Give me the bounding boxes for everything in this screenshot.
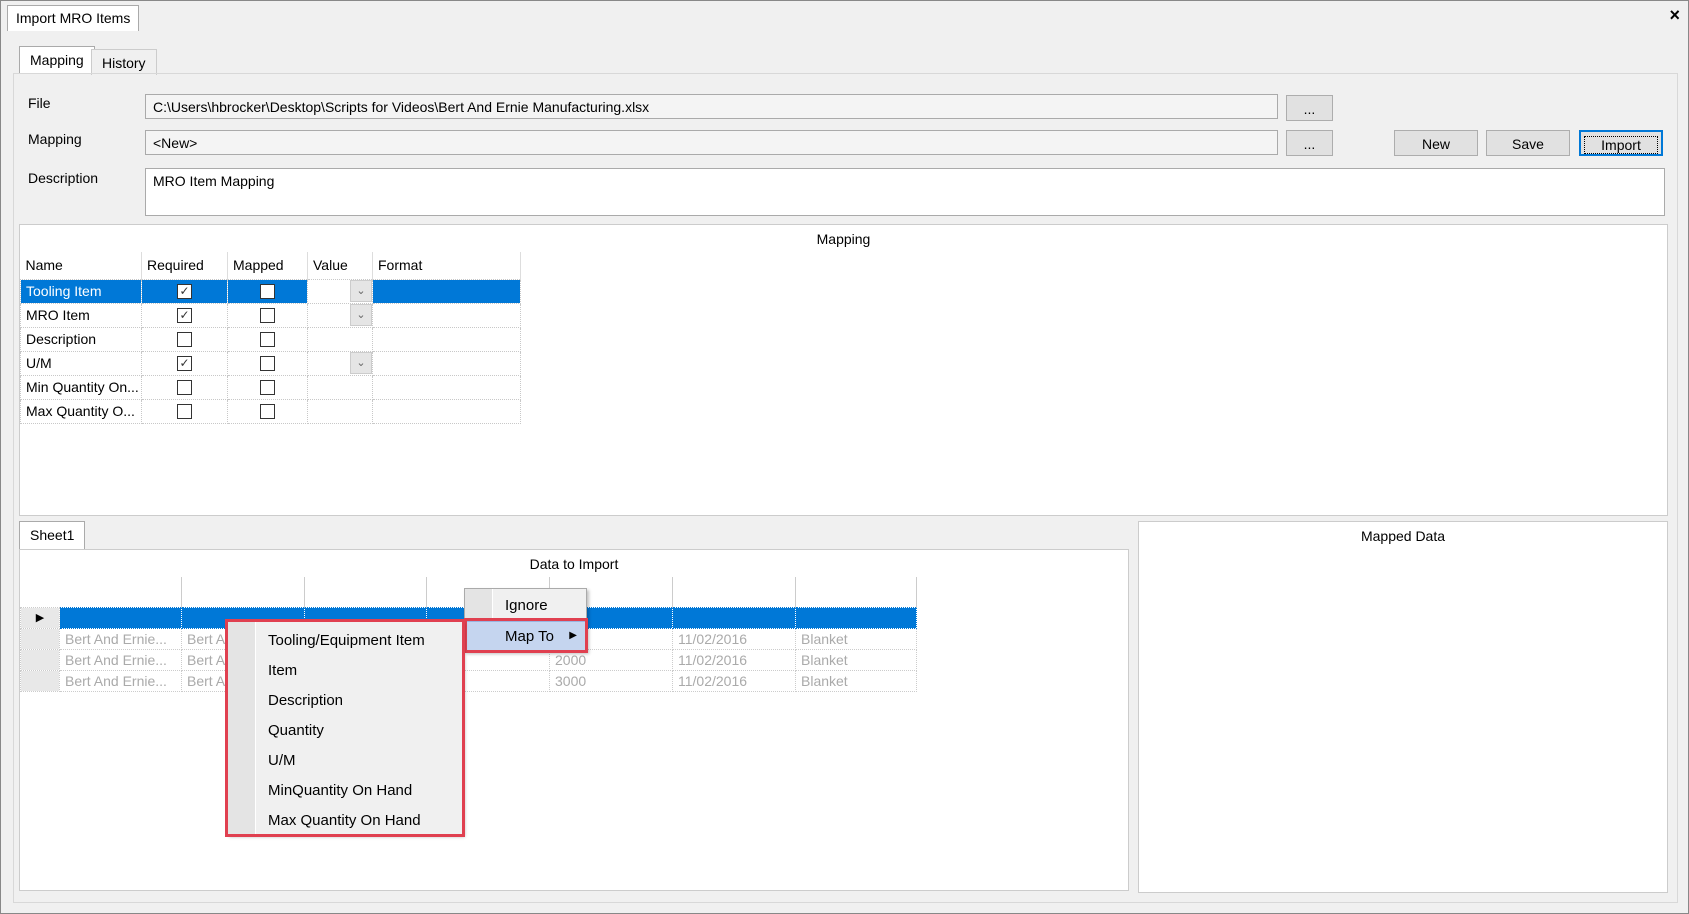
mapped-cell — [227, 350, 308, 376]
required-checkbox[interactable] — [177, 380, 192, 396]
field-name: U/M — [20, 350, 142, 376]
required-checkbox[interactable]: ✓ — [177, 356, 192, 372]
mapped-checkbox[interactable] — [260, 356, 275, 372]
save-button[interactable]: Save — [1486, 130, 1570, 156]
data-panel-title: Data to Import — [529, 556, 619, 572]
tab-sheet1[interactable]: Sheet1 — [19, 521, 86, 549]
required-checkbox[interactable]: ✓ — [177, 308, 192, 324]
row-header[interactable] — [20, 627, 60, 650]
data-cell[interactable]: Blanket — [795, 648, 917, 671]
file-input[interactable]: C:\Users\hbrocker\Desktop\Scripts for Vi… — [145, 94, 1278, 119]
new-button[interactable]: New — [1394, 130, 1478, 156]
data-cell[interactable]: Bert And Ernie... — [59, 669, 182, 692]
field-name: Description — [20, 326, 142, 352]
field-name: Max Quantity O... — [20, 398, 142, 424]
required-checkbox[interactable] — [177, 332, 192, 348]
value-cell[interactable]: ⌄ — [307, 350, 373, 376]
import-button[interactable]: Import — [1579, 130, 1663, 156]
mapping-row[interactable]: U/M ✓ ⌄ — [20, 350, 521, 376]
data-cell[interactable]: Bert And Ernie... — [59, 627, 182, 650]
column-header-name[interactable]: Name — [20, 252, 142, 279]
mapped-checkbox[interactable] — [260, 284, 275, 300]
window-title-tab: Import MRO Items — [7, 5, 140, 31]
tab-history[interactable]: History — [91, 49, 157, 75]
field-name: Tooling Item — [20, 278, 142, 304]
data-cell[interactable]: 11/02/2016 — [672, 627, 796, 650]
file-label: File — [28, 95, 51, 111]
mapped-checkbox[interactable] — [260, 380, 275, 396]
mapped-panel-title: Mapped Data — [1360, 528, 1446, 544]
value-cell[interactable] — [307, 374, 373, 400]
format-cell[interactable] — [372, 398, 521, 424]
value-cell[interactable]: ⌄ — [307, 278, 373, 304]
data-cell[interactable]: Blanket — [795, 669, 917, 692]
data-cell[interactable]: Blanket — [795, 627, 917, 650]
column-header-format[interactable]: Format — [372, 252, 521, 279]
format-cell[interactable] — [372, 326, 521, 352]
mapping-label: Mapping — [28, 131, 82, 147]
tab-mapping[interactable]: Mapping — [19, 46, 95, 74]
mapped-cell — [227, 374, 308, 400]
format-cell[interactable] — [372, 350, 521, 376]
mapped-checkbox[interactable] — [260, 404, 275, 420]
mapping-grid: Name Required Mapped Value Format Tooling It… — [20, 252, 521, 424]
required-cell: ✓ — [141, 350, 228, 376]
mapped-cell — [227, 326, 308, 352]
chevron-down-icon[interactable]: ⌄ — [350, 352, 372, 374]
chevron-down-icon[interactable]: ⌄ — [350, 280, 372, 302]
format-cell[interactable] — [372, 278, 521, 304]
mapping-input[interactable]: <New> — [145, 130, 1278, 155]
value-cell[interactable] — [307, 326, 373, 352]
required-cell — [141, 326, 228, 352]
column-header-required[interactable]: Required — [141, 252, 228, 279]
import-label: Import — [1584, 136, 1658, 154]
highlight-submenu — [225, 619, 465, 837]
row-header[interactable] — [20, 669, 60, 692]
data-cell[interactable]: Bert And Ernie... — [59, 648, 182, 671]
required-cell — [141, 398, 228, 424]
mapped-checkbox[interactable] — [260, 308, 275, 324]
value-cell[interactable] — [307, 398, 373, 424]
required-cell — [141, 374, 228, 400]
mapped-cell — [227, 278, 308, 304]
data-cell[interactable]: 11/02/2016 — [672, 648, 796, 671]
field-name: Min Quantity On... — [20, 374, 142, 400]
mapping-row[interactable]: Description — [20, 326, 521, 352]
mapping-browse-button[interactable]: ... — [1286, 130, 1333, 156]
required-checkbox[interactable] — [177, 404, 192, 420]
format-cell[interactable] — [372, 374, 521, 400]
mapping-row[interactable]: Tooling Item ✓ ⌄ — [20, 278, 521, 304]
field-name: MRO Item — [20, 302, 142, 328]
data-cell[interactable]: 3000 — [549, 669, 673, 692]
row-header[interactable] — [20, 648, 60, 671]
mapping-row[interactable]: Max Quantity O... — [20, 398, 521, 424]
required-cell: ✓ — [141, 278, 228, 304]
mapping-panel-title: Mapping — [816, 231, 871, 247]
data-row[interactable]: Bert And Ernie...Bert A249300011/02/2016… — [20, 669, 917, 692]
column-header-mapped[interactable]: Mapped — [227, 252, 308, 279]
value-cell[interactable]: ⌄ — [307, 302, 373, 328]
mapping-row[interactable]: Min Quantity On... — [20, 374, 521, 400]
mapped-cell — [227, 398, 308, 424]
required-checkbox[interactable]: ✓ — [177, 284, 192, 300]
format-cell[interactable] — [372, 302, 521, 328]
chevron-down-icon[interactable]: ⌄ — [350, 304, 372, 326]
mapped-data-panel: Mapped Data — [1138, 521, 1668, 893]
highlight-map-to — [464, 618, 588, 653]
row-pointer-icon: ▶ — [20, 606, 60, 629]
menu-item-ignore[interactable]: Ignore — [465, 591, 586, 621]
close-icon[interactable]: × — [1669, 5, 1680, 26]
mapped-cell — [227, 302, 308, 328]
file-browse-button[interactable]: ... — [1286, 95, 1333, 121]
required-cell: ✓ — [141, 302, 228, 328]
mapping-panel: Mapping Name Required Mapped Value Format To… — [19, 224, 1668, 516]
data-cell[interactable]: 11/02/2016 — [672, 669, 796, 692]
description-input[interactable]: MRO Item Mapping — [145, 168, 1665, 216]
column-header-value[interactable]: Value — [307, 252, 373, 279]
description-label: Description — [28, 170, 99, 186]
mapping-row[interactable]: MRO Item ✓ ⌄ — [20, 302, 521, 328]
mapped-checkbox[interactable] — [260, 332, 275, 348]
